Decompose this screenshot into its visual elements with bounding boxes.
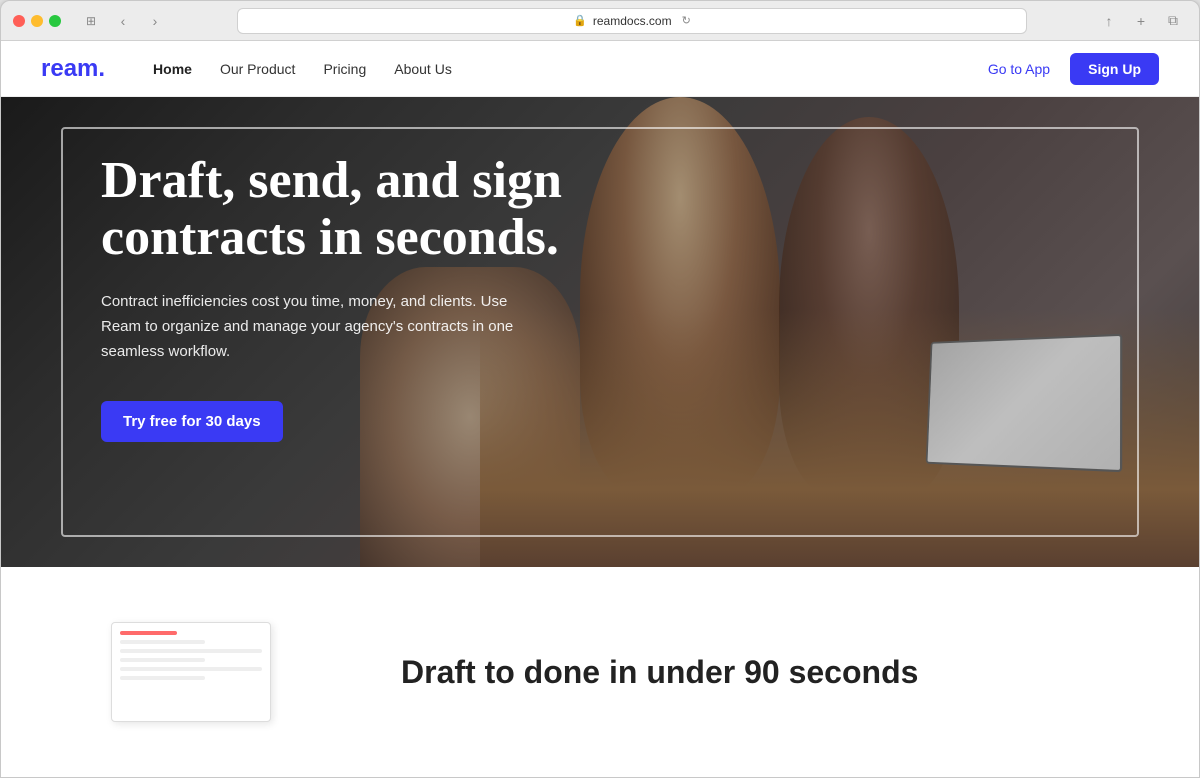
main-nav: ream. Home Our Product Pricing About Us …: [1, 41, 1199, 97]
nav-right: Go to App Sign Up: [988, 53, 1159, 85]
browser-titlebar: ⊞ ‹ › 🔒 reamdocs.com ↻ ↑ + ⧉: [1, 1, 1199, 41]
site-logo[interactable]: ream.: [41, 55, 105, 83]
doc-line-1: [120, 640, 205, 644]
browser-window: ⊞ ‹ › 🔒 reamdocs.com ↻ ↑ + ⧉ ream. Home …: [0, 0, 1200, 778]
doc-line-4: [120, 667, 262, 671]
hero-title: Draft, send, and sign contracts in secon…: [101, 152, 621, 266]
go-to-app-link[interactable]: Go to App: [988, 61, 1050, 77]
fullscreen-button[interactable]: [49, 15, 61, 27]
new-tab-button[interactable]: +: [1127, 7, 1155, 35]
address-bar[interactable]: 🔒 reamdocs.com ↻: [237, 8, 1027, 34]
forward-button[interactable]: ›: [141, 7, 169, 35]
doc-line-5: [120, 676, 205, 680]
laptop-screen-content: [928, 336, 1121, 470]
share-button[interactable]: ↑: [1095, 7, 1123, 35]
hero-content: Draft, send, and sign contracts in secon…: [101, 152, 621, 442]
doc-preview-area: [41, 567, 341, 777]
browser-nav: ⊞ ‹ ›: [77, 7, 169, 35]
nav-about[interactable]: About Us: [394, 61, 452, 77]
bottom-section: Draft to done in under 90 seconds: [1, 567, 1199, 777]
cta-button[interactable]: Try free for 30 days: [101, 401, 283, 442]
doc-line-2: [120, 649, 262, 653]
traffic-lights: [13, 15, 61, 27]
nav-home[interactable]: Home: [153, 61, 192, 77]
document-preview: [111, 622, 271, 722]
bottom-title: Draft to done in under 90 seconds: [401, 654, 1159, 691]
url-text: reamdocs.com: [593, 14, 672, 28]
website-content: ream. Home Our Product Pricing About Us …: [1, 41, 1199, 777]
hero-subtitle: Contract inefficiencies cost you time, m…: [101, 290, 521, 364]
bottom-text-area: Draft to done in under 90 seconds: [401, 654, 1159, 691]
browser-actions: ↑ + ⧉: [1095, 7, 1187, 35]
tab-list-button[interactable]: ⧉: [1159, 7, 1187, 35]
back-button[interactable]: ‹: [109, 7, 137, 35]
nav-links: Home Our Product Pricing About Us: [153, 61, 956, 77]
doc-line-red: [120, 631, 177, 635]
minimize-button[interactable]: [31, 15, 43, 27]
sign-up-button[interactable]: Sign Up: [1070, 53, 1159, 85]
nav-pricing[interactable]: Pricing: [323, 61, 366, 77]
close-button[interactable]: [13, 15, 25, 27]
doc-line-3: [120, 658, 205, 662]
tab-grid-icon[interactable]: ⊞: [77, 7, 105, 35]
refresh-icon[interactable]: ↻: [682, 14, 691, 27]
hero-section: Draft, send, and sign contracts in secon…: [1, 97, 1199, 567]
nav-product[interactable]: Our Product: [220, 61, 295, 77]
lock-icon: 🔒: [573, 14, 587, 27]
laptop-visual: [926, 334, 1123, 472]
